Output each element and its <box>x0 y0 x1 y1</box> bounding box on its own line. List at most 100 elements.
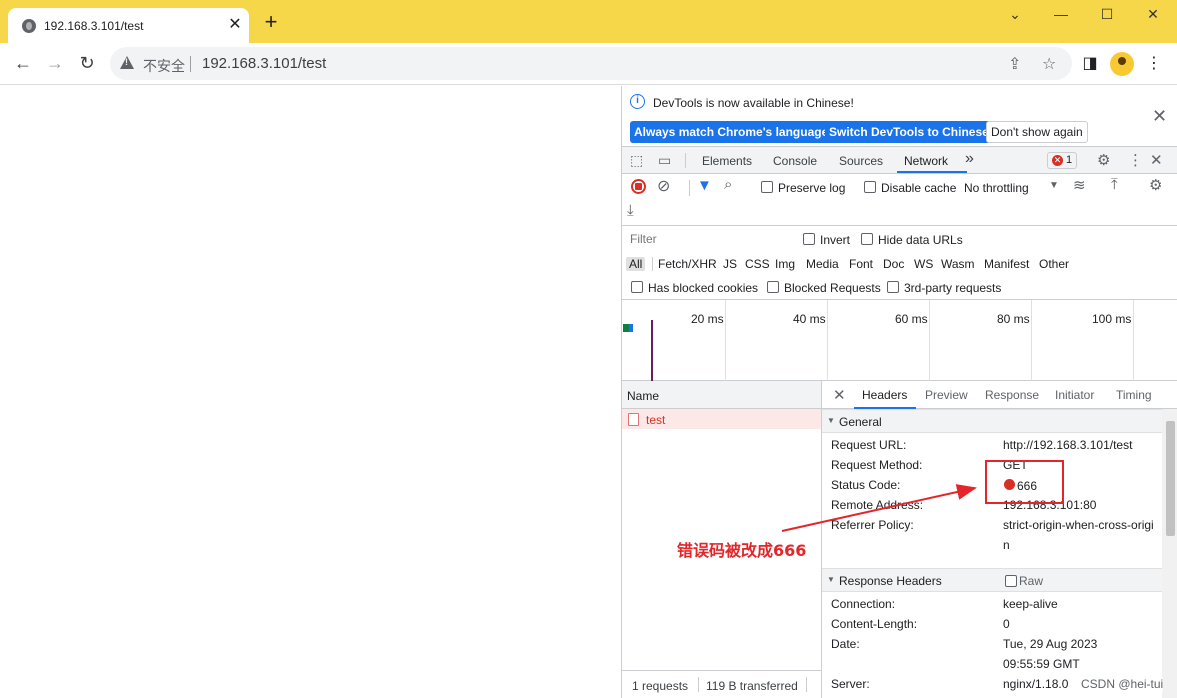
server-value: nginx/1.18.0 <box>1003 677 1069 691</box>
filter-wasm[interactable]: Wasm <box>941 257 975 271</box>
filter-icon[interactable]: ▼ <box>697 177 712 194</box>
warning-icon[interactable] <box>120 56 134 69</box>
error-badge[interactable]: ✕ 1 <box>1047 152 1078 169</box>
name-column-header[interactable]: Name <box>622 381 821 409</box>
tab-headers[interactable]: Headers <box>862 388 907 402</box>
match-language-button[interactable]: Always match Chrome's language <box>630 121 833 143</box>
third-party-checkbox[interactable] <box>887 281 899 293</box>
maximize-button[interactable]: ☐ <box>1093 6 1121 26</box>
record-icon[interactable] <box>631 179 646 194</box>
hide-data-urls-checkbox[interactable] <box>861 233 873 245</box>
referrer-policy-value-wrap: n <box>1003 538 1010 552</box>
reload-icon[interactable]: ↻ <box>75 52 99 76</box>
tab-close-icon[interactable]: ✕ <box>226 16 244 34</box>
clear-icon[interactable]: ⊘ <box>657 176 670 196</box>
export-har-icon[interactable]: ⤓ <box>627 202 634 219</box>
transferred-size: 119 B transferred <box>706 679 798 693</box>
more-tabs-icon[interactable]: » <box>965 150 974 168</box>
settings-gear-icon[interactable]: ⚙ <box>1097 151 1110 169</box>
blocked-requests-checkbox[interactable] <box>767 281 779 293</box>
language-infobar: i DevTools is now available in Chinese! … <box>622 86 1177 147</box>
timeline-overview[interactable]: 20 ms 40 ms 60 ms 80 ms 100 ms <box>622 300 1177 381</box>
search-icon[interactable]: ⌕ <box>724 176 732 193</box>
tab-title: 192.168.3.101/test <box>44 19 144 33</box>
star-icon[interactable]: ☆ <box>1042 54 1056 74</box>
filter-fetch-xhr[interactable]: Fetch/XHR <box>658 257 717 271</box>
request-name[interactable]: test <box>646 413 665 427</box>
switch-chinese-button[interactable]: Switch DevTools to Chinese <box>825 121 993 143</box>
divider <box>652 257 653 271</box>
browser-tab[interactable]: 192.168.3.101/test ✕ <box>8 8 249 43</box>
dont-show-again-button[interactable]: Don't show again <box>986 121 1088 143</box>
filter-ws[interactable]: WS <box>914 257 933 271</box>
timeline-gridline <box>827 300 828 381</box>
tab-sources[interactable]: Sources <box>839 154 883 168</box>
blocked-cookies-checkbox[interactable] <box>631 281 643 293</box>
close-window-button[interactable]: ✕ <box>1139 6 1167 26</box>
inspect-icon[interactable]: ⬚ <box>630 152 643 169</box>
connection-key: Connection: <box>831 597 896 611</box>
filter-bar: Invert Hide data URLs All Fetch/XHR JS C… <box>622 226 1177 300</box>
document-icon <box>628 413 639 426</box>
minimize-button[interactable]: — <box>1047 6 1075 26</box>
disable-cache-checkbox[interactable] <box>864 181 876 193</box>
general-section-header[interactable]: ▼ General <box>822 409 1162 433</box>
globe-icon <box>22 19 36 33</box>
chevron-down-icon[interactable]: ▼ <box>1049 180 1059 191</box>
filter-input[interactable] <box>626 230 790 248</box>
page-content <box>0 86 621 698</box>
filter-media[interactable]: Media <box>806 257 839 271</box>
server-key: Server: <box>831 677 870 691</box>
close-details-icon[interactable]: ✕ <box>833 386 846 404</box>
tab-search-icon[interactable]: ⌄ <box>1001 6 1029 26</box>
network-settings-icon[interactable]: ⚙ <box>1149 176 1162 194</box>
scrollbar-thumb[interactable] <box>1166 421 1175 536</box>
sidepanel-icon[interactable]: ◨ <box>1079 53 1101 75</box>
filter-manifest[interactable]: Manifest <box>984 257 1029 271</box>
table-row[interactable]: test <box>622 409 821 429</box>
tab-preview[interactable]: Preview <box>925 388 968 402</box>
new-tab-button[interactable]: + <box>260 11 282 34</box>
url-text[interactable]: 192.168.3.101/test <box>202 55 326 72</box>
divider <box>806 677 807 692</box>
timeline-gridline <box>1133 300 1134 381</box>
devtools-panel: i DevTools is now available in Chinese! … <box>621 86 1177 698</box>
content-length-key: Content-Length: <box>831 617 918 631</box>
tab-initiator[interactable]: Initiator <box>1055 388 1094 402</box>
close-devtools-icon[interactable]: ✕ <box>1150 151 1163 169</box>
preserve-log-checkbox[interactable] <box>761 181 773 193</box>
menu-icon[interactable]: ⋮ <box>1143 53 1165 75</box>
share-icon[interactable]: ⇪ <box>1008 54 1021 74</box>
insecure-label[interactable]: 不安全 <box>143 56 185 76</box>
raw-label: Raw <box>1019 574 1044 588</box>
close-icon[interactable]: ✕ <box>1152 106 1167 127</box>
address-bar[interactable]: 不安全 192.168.3.101/test ⇪ ☆ <box>110 47 1072 80</box>
response-headers-section-header[interactable]: ▼ Response Headers Raw <box>822 568 1162 592</box>
throttling-select[interactable]: No throttling <box>964 181 1029 195</box>
divider <box>689 180 690 196</box>
raw-checkbox[interactable] <box>1005 575 1017 587</box>
kebab-menu-icon[interactable]: ⋮ <box>1128 151 1143 169</box>
profile-icon[interactable] <box>1110 52 1134 76</box>
network-conditions-icon[interactable]: ≋ <box>1073 176 1086 194</box>
forward-icon[interactable]: → <box>43 52 67 76</box>
invert-checkbox[interactable] <box>803 233 815 245</box>
tab-network[interactable]: Network <box>904 154 948 168</box>
tab-timing[interactable]: Timing <box>1116 388 1152 402</box>
tab-elements[interactable]: Elements <box>702 154 752 168</box>
import-har-icon[interactable]: ⤒ <box>1111 176 1118 193</box>
back-icon[interactable]: ← <box>11 52 35 76</box>
filter-doc[interactable]: Doc <box>883 257 904 271</box>
filter-js[interactable]: JS <box>723 257 737 271</box>
timeline-label: 20 ms <box>691 312 724 326</box>
tab-response[interactable]: Response <box>985 388 1039 402</box>
filter-all[interactable]: All <box>626 257 646 271</box>
tab-console[interactable]: Console <box>773 154 817 168</box>
filter-font[interactable]: Font <box>849 257 873 271</box>
device-toolbar-icon[interactable]: ▭ <box>658 152 671 169</box>
filter-css[interactable]: CSS <box>745 257 770 271</box>
filter-other[interactable]: Other <box>1039 257 1069 271</box>
preserve-log-label: Preserve log <box>778 181 846 195</box>
referrer-policy-value: strict-origin-when-cross-origi <box>1003 518 1154 532</box>
filter-img[interactable]: Img <box>775 257 795 271</box>
